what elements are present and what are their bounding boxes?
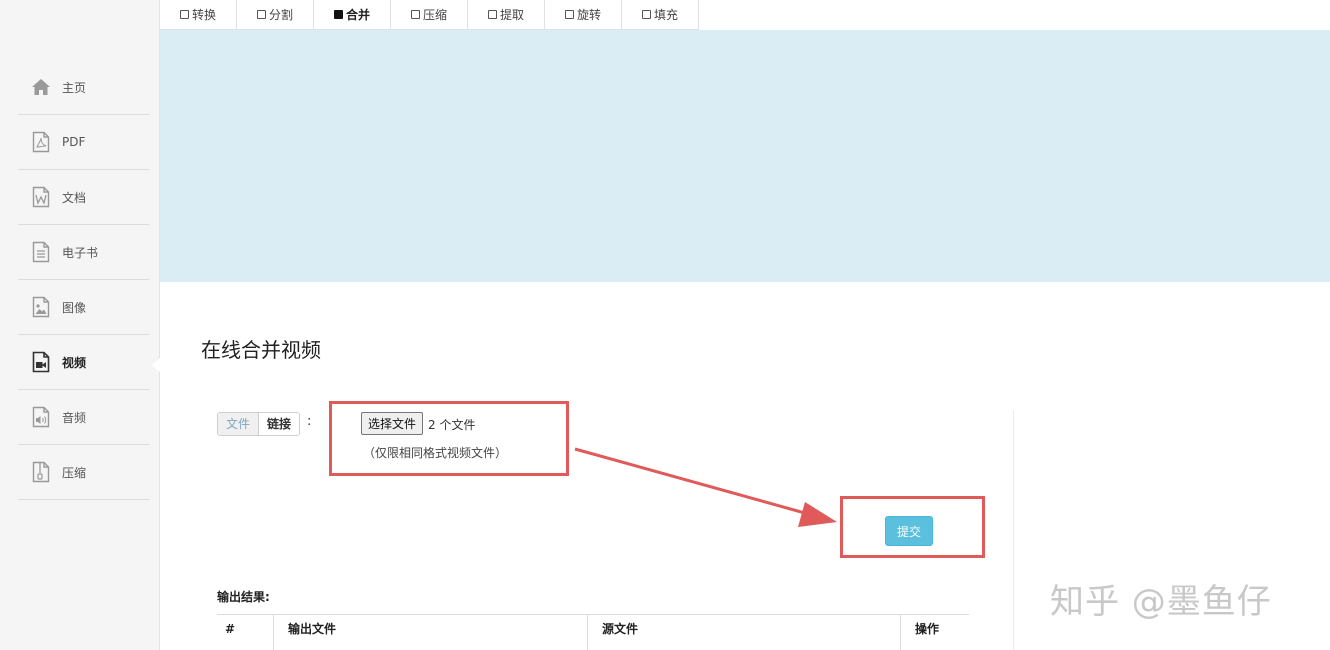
- checkbox-icon: [641, 10, 651, 19]
- checkbox-checked-icon: [333, 10, 343, 19]
- pdf-file-icon: [30, 131, 52, 153]
- sidebar-item-audio[interactable]: 音频: [18, 390, 149, 445]
- tab-extract[interactable]: 提取: [468, 0, 545, 30]
- tab-convert[interactable]: 转换: [160, 0, 237, 30]
- audio-file-icon: [30, 406, 52, 428]
- sidebar: 主页 PDF 文档 电子书 图像 视频 音频 压缩: [0, 0, 160, 650]
- checkbox-icon: [487, 10, 497, 19]
- sidebar-item-label: 压缩: [62, 465, 87, 480]
- checkbox-icon: [179, 10, 189, 19]
- column-header-index: #: [225, 622, 236, 636]
- sidebar-item-home[interactable]: 主页: [18, 60, 149, 115]
- tab-merge[interactable]: 合并: [314, 0, 391, 30]
- sidebar-item-label: 音频: [62, 410, 87, 425]
- tab-pad[interactable]: 填充: [622, 0, 699, 30]
- sidebar-item-label: 电子书: [62, 245, 99, 260]
- source-link-option[interactable]: 链接: [259, 413, 300, 435]
- tab-split[interactable]: 分割: [237, 0, 314, 30]
- home-icon: [30, 76, 52, 98]
- column-header-actions: 操作: [900, 615, 969, 650]
- image-file-icon: [30, 296, 52, 318]
- zhihu-watermark: 知乎 @墨鱼仔: [1050, 582, 1272, 622]
- checkbox-icon: [410, 10, 420, 19]
- tab-label: 合并: [345, 8, 370, 22]
- checkbox-icon: [256, 10, 266, 19]
- page: 主页 PDF 文档 电子书 图像 视频 音频 压缩 转换 分割 合并 压缩 提取…: [0, 0, 1330, 650]
- sidebar-item-label: 文档: [62, 190, 87, 205]
- sidebar-item-document[interactable]: 文档: [18, 170, 149, 225]
- tab-compress[interactable]: 压缩: [391, 0, 468, 30]
- ebook-file-icon: [30, 241, 52, 263]
- results-table-header: # 输出文件 源文件 操作: [217, 614, 969, 650]
- tab-label: 转换: [191, 8, 216, 22]
- archive-file-icon: [30, 461, 52, 483]
- video-file-icon: [30, 351, 52, 373]
- annotation-box-submit: [840, 496, 985, 558]
- tab-label: 分割: [268, 8, 293, 22]
- sidebar-item-archive[interactable]: 压缩: [18, 445, 149, 500]
- banner-area: [160, 30, 1330, 282]
- sidebar-list: 主页 PDF 文档 电子书 图像 视频 音频 压缩: [18, 60, 149, 500]
- source-toggle: 文件 链接: [217, 412, 301, 436]
- word-file-icon: [30, 186, 52, 208]
- toggle-separator: :: [307, 414, 312, 429]
- operation-tabs: 转换 分割 合并 压缩 提取 旋转 填充: [160, 0, 699, 30]
- sidebar-item-label: PDF: [62, 135, 86, 149]
- sidebar-item-video[interactable]: 视频: [18, 335, 149, 390]
- annotation-box-file-input: [329, 401, 569, 476]
- column-header-output-file: 输出文件: [273, 615, 587, 650]
- sidebar-item-label: 图像: [62, 300, 87, 315]
- sidebar-item-ebook[interactable]: 电子书: [18, 225, 149, 280]
- tab-label: 提取: [499, 8, 524, 22]
- tab-label: 填充: [653, 8, 678, 22]
- checkbox-icon: [564, 10, 574, 19]
- sidebar-item-image[interactable]: 图像: [18, 280, 149, 335]
- column-header-source-file: 源文件: [587, 615, 900, 650]
- tab-label: 旋转: [576, 8, 601, 22]
- sidebar-item-label: 主页: [62, 80, 87, 95]
- output-results-label: 输出结果:: [217, 590, 270, 604]
- active-indicator: [152, 358, 160, 372]
- tab-label: 压缩: [422, 8, 447, 22]
- source-file-option[interactable]: 文件: [218, 413, 260, 435]
- sidebar-item-pdf[interactable]: PDF: [18, 115, 149, 170]
- tab-rotate[interactable]: 旋转: [545, 0, 622, 30]
- sidebar-item-label: 视频: [62, 355, 87, 370]
- page-title: 在线合并视频: [201, 338, 321, 362]
- column-divider: [1013, 410, 1014, 650]
